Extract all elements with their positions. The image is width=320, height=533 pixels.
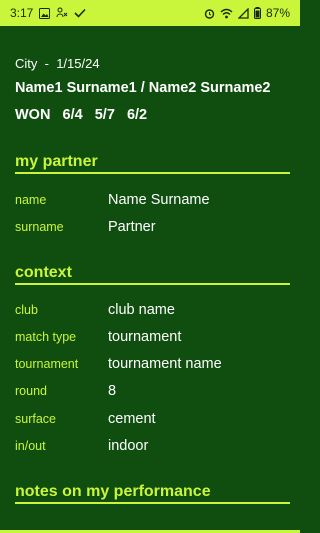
set-score: 6/4 bbox=[62, 107, 83, 123]
field-row-match-type[interactable]: match type tournament bbox=[15, 326, 290, 348]
field-row-surname[interactable]: surname Partner bbox=[15, 216, 290, 238]
match-date: 1/15/24 bbox=[56, 56, 100, 71]
field-row-in-out[interactable]: in/out indoor bbox=[15, 435, 290, 457]
field-row-tournament[interactable]: tournament tournament name bbox=[15, 353, 290, 375]
set-score: 5/7 bbox=[94, 107, 115, 123]
status-bar-right: 87% bbox=[204, 6, 290, 20]
field-label: match type bbox=[15, 330, 77, 344]
field-value: tournament bbox=[108, 329, 182, 345]
result-status: WON bbox=[15, 107, 51, 123]
battery-percent: 87% bbox=[265, 6, 290, 20]
match-players: Name1 Surname1 / Name2 Surname2 bbox=[15, 80, 271, 96]
battery-icon bbox=[253, 7, 261, 19]
field-value: Name Surname bbox=[108, 192, 210, 208]
meta-separator: - bbox=[44, 56, 49, 71]
field-label: name bbox=[15, 193, 47, 207]
field-row-club[interactable]: club club name bbox=[15, 299, 290, 321]
section-title-my-partner: my partner bbox=[15, 153, 290, 174]
set-score: 6/2 bbox=[126, 107, 148, 123]
field-value: tournament name bbox=[108, 356, 222, 372]
field-label: tournament bbox=[15, 357, 79, 371]
wifi-icon bbox=[220, 8, 233, 19]
field-label: round bbox=[15, 384, 47, 398]
signal-icon bbox=[237, 7, 249, 19]
alarm-icon bbox=[204, 8, 215, 19]
field-label: surface bbox=[15, 412, 56, 426]
section-title-notes: notes on my performance bbox=[15, 483, 290, 504]
check-icon bbox=[74, 8, 86, 18]
match-meta: City - 1/15/24 bbox=[15, 56, 100, 71]
field-row-surface[interactable]: surface cement bbox=[15, 408, 290, 430]
field-value: 8 bbox=[108, 383, 117, 399]
match-result: WON 6/4 5/7 6/2 bbox=[15, 107, 147, 123]
status-bar-left: 3:17 bbox=[10, 6, 86, 20]
field-value: club name bbox=[108, 302, 175, 318]
missed-call-icon bbox=[56, 7, 68, 19]
image-icon bbox=[39, 7, 51, 19]
field-value: indoor bbox=[108, 438, 149, 454]
field-label: in/out bbox=[15, 439, 46, 453]
field-value: Partner bbox=[108, 219, 156, 235]
field-value: cement bbox=[108, 411, 156, 427]
field-row-name[interactable]: name Name Surname bbox=[15, 189, 290, 211]
section-title-context: context bbox=[15, 264, 290, 285]
field-row-round[interactable]: round 8 bbox=[15, 380, 290, 402]
match-city: City bbox=[15, 56, 38, 71]
status-bar: 3:17 87% bbox=[0, 0, 300, 26]
field-label: club bbox=[15, 303, 38, 317]
status-time: 3:17 bbox=[10, 6, 34, 20]
field-label: surname bbox=[15, 220, 64, 234]
